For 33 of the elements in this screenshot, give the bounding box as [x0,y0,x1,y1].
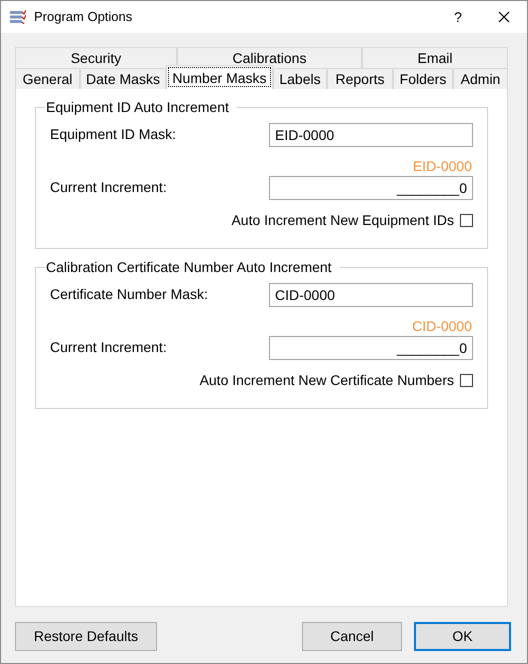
mask-preview: CID-0000 [412,317,473,334]
tab[interactable]: General [15,68,80,89]
dialog-button[interactable]: OK [414,622,511,651]
tab[interactable]: Calibrations [177,47,362,68]
tab[interactable]: Date Masks [80,68,166,89]
tab[interactable]: Email [362,47,508,68]
text-field[interactable]: EID-0000 [269,123,473,147]
tab[interactable]: Admin [453,68,508,89]
checkbox-label: Auto Increment New Equipment IDs [231,211,454,230]
group-title: Calibration Certificate Number Auto Increment [45,258,333,277]
checkbox[interactable] [460,374,473,387]
dialog-button[interactable]: Restore Defaults [15,622,157,651]
text-field[interactable]: ________0 [269,176,473,200]
tab[interactable]: Folders [393,68,453,89]
field-label: Current Increment: [50,338,167,357]
field-label: Current Increment: [50,178,167,197]
tab[interactable]: Number Masks [166,65,273,89]
tab[interactable]: Security [15,47,177,68]
field-label: Equipment ID Mask: [50,125,176,144]
group-title: Equipment ID Auto Increment [45,98,230,117]
app-icon [10,10,26,24]
mask-preview: EID-0000 [412,157,473,174]
tab[interactable]: Reports [327,68,393,89]
checkbox[interactable] [460,214,473,227]
dialog-button[interactable]: Cancel [302,622,402,651]
help-button[interactable]: ? [435,1,481,33]
window-title: Program Options [34,8,132,26]
text-field[interactable]: CID-0000 [269,283,473,307]
close-icon [498,11,510,23]
checkbox-label: Auto Increment New Certificate Numbers [200,371,454,390]
field-label: Certificate Number Mask: [50,285,208,304]
tab[interactable]: Labels [273,68,327,89]
text-field[interactable]: ________0 [269,336,473,360]
